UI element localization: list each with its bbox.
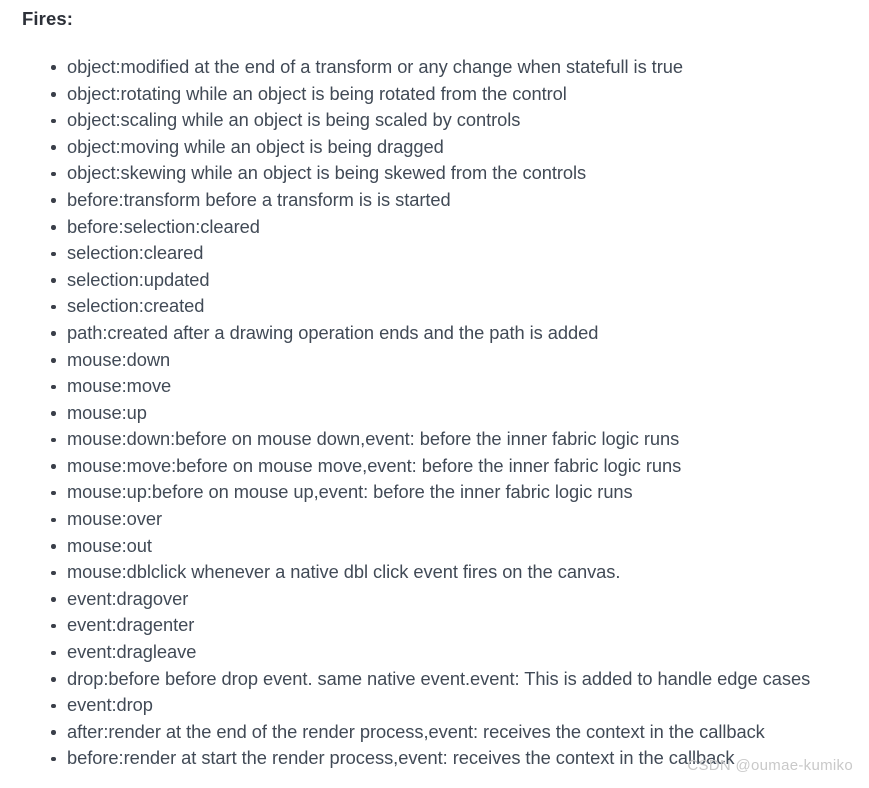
bullet-icon bbox=[51, 623, 56, 629]
bullet-icon bbox=[51, 65, 56, 70]
page-title: Fires: bbox=[22, 8, 73, 29]
bullet-icon bbox=[51, 730, 56, 735]
bullet-icon bbox=[51, 331, 56, 336]
bullet-icon bbox=[51, 650, 56, 656]
list-item-label: selection:updated bbox=[67, 268, 210, 290]
bullet-icon bbox=[51, 384, 56, 390]
bullet-icon bbox=[51, 251, 56, 257]
bullet-icon bbox=[51, 544, 56, 549]
list-item: mouse:out bbox=[22, 533, 859, 560]
list-item: before:selection:cleared bbox=[22, 214, 859, 241]
list-item-label: mouse:up:before on mouse up,event: befor… bbox=[67, 481, 633, 503]
list-item-label: mouse:move bbox=[67, 375, 172, 397]
list-item-label: mouse:down bbox=[67, 348, 171, 370]
list-item: event:drop bbox=[22, 692, 859, 719]
list-item: event:dragenter bbox=[22, 612, 859, 639]
events-list: object:modified at the end of a transfor… bbox=[22, 54, 859, 772]
list-item: mouse:move:before on mouse move,event: b… bbox=[22, 453, 859, 480]
list-item-label: event:dragenter bbox=[67, 614, 195, 636]
list-item: object:modified at the end of a transfor… bbox=[22, 54, 859, 81]
bullet-icon bbox=[51, 358, 56, 363]
list-item-label: selection:created bbox=[67, 295, 205, 317]
list-item: selection:updated bbox=[22, 267, 859, 294]
bullet-icon bbox=[51, 437, 56, 443]
bullet-icon bbox=[51, 703, 56, 709]
list-item-label: drop:before before drop event. same nati… bbox=[67, 667, 811, 689]
bullet-icon bbox=[51, 304, 56, 310]
list-item-label: object:rotating while an object is being… bbox=[67, 82, 567, 104]
watermark: CSDN @oumae-kumiko bbox=[687, 757, 853, 774]
bullet-icon bbox=[51, 677, 56, 682]
list-item: mouse:up:before on mouse up,event: befor… bbox=[22, 479, 859, 506]
list-item: mouse:up bbox=[22, 400, 859, 427]
list-item: selection:cleared bbox=[22, 240, 859, 267]
list-item: mouse:down:before on mouse down,event: b… bbox=[22, 426, 859, 453]
list-item-label: before:transform before a transform is i… bbox=[67, 188, 451, 210]
list-item-label: before:selection:cleared bbox=[67, 215, 260, 237]
bullet-icon bbox=[51, 92, 56, 97]
list-item: object:skewing while an object is being … bbox=[22, 160, 859, 187]
list-item-label: mouse:up bbox=[67, 401, 147, 423]
list-item: drop:before before drop event. same nati… bbox=[22, 666, 859, 693]
list-item: event:dragover bbox=[22, 586, 859, 613]
list-item: object:moving while an object is being d… bbox=[22, 134, 859, 161]
bullet-icon bbox=[51, 171, 56, 177]
list-item: object:scaling while an object is being … bbox=[22, 107, 859, 134]
list-item-label: object:modified at the end of a transfor… bbox=[67, 55, 683, 77]
list-item-label: mouse:out bbox=[67, 534, 152, 556]
list-item: event:dragleave bbox=[22, 639, 859, 666]
list-item-label: selection:cleared bbox=[67, 242, 204, 264]
list-item-label: mouse:move:before on mouse move,event: b… bbox=[67, 454, 682, 476]
list-item: mouse:move bbox=[22, 373, 859, 400]
bullet-icon bbox=[51, 756, 56, 762]
bullet-icon bbox=[51, 118, 56, 124]
list-item-label: event:drop bbox=[67, 694, 153, 716]
bullet-icon bbox=[51, 278, 56, 283]
bullet-icon bbox=[51, 145, 56, 150]
list-item-label: object:scaling while an object is being … bbox=[67, 109, 521, 131]
list-item: before:transform before a transform is i… bbox=[22, 187, 859, 214]
list-item: mouse:down bbox=[22, 347, 859, 374]
list-item-label: after:render at the end of the render pr… bbox=[67, 720, 765, 742]
list-item: mouse:over bbox=[22, 506, 859, 533]
list-item-label: object:skewing while an object is being … bbox=[67, 162, 587, 184]
document-body: Fires: object:modified at the end of a t… bbox=[0, 0, 869, 788]
bullet-icon bbox=[51, 225, 56, 230]
bullet-icon bbox=[51, 411, 56, 416]
list-item: mouse:dblclick whenever a native dbl cli… bbox=[22, 559, 859, 586]
list-item-label: event:dragover bbox=[67, 587, 189, 609]
list-item: path:created after a drawing operation e… bbox=[22, 320, 859, 347]
bullet-icon bbox=[51, 198, 56, 203]
list-item-label: object:moving while an object is being d… bbox=[67, 135, 444, 157]
list-item: selection:created bbox=[22, 293, 859, 320]
list-item-label: path:created after a drawing operation e… bbox=[67, 321, 599, 343]
list-item: object:rotating while an object is being… bbox=[22, 81, 859, 108]
list-item-label: before:render at start the render proces… bbox=[67, 747, 735, 769]
list-item-label: event:dragleave bbox=[67, 641, 197, 663]
list-item-label: mouse:over bbox=[67, 508, 163, 530]
bullet-icon bbox=[51, 490, 56, 496]
list-item: after:render at the end of the render pr… bbox=[22, 719, 859, 746]
bullet-icon bbox=[51, 570, 56, 576]
list-item-label: mouse:dblclick whenever a native dbl cli… bbox=[67, 561, 621, 583]
bullet-icon bbox=[51, 597, 56, 602]
bullet-icon bbox=[51, 464, 56, 469]
list-item-label: mouse:down:before on mouse down,event: b… bbox=[67, 428, 680, 450]
bullet-icon bbox=[51, 517, 56, 523]
